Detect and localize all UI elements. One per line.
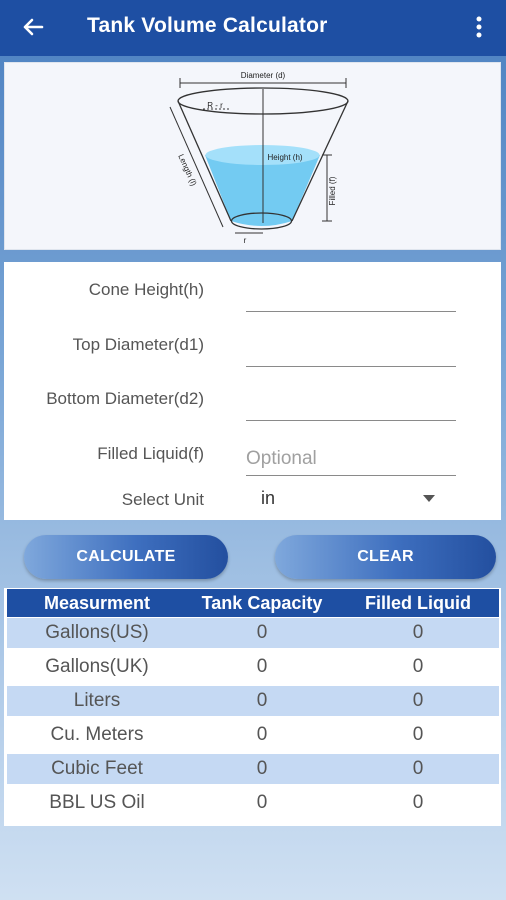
header-measurement: Measurment xyxy=(43,592,151,613)
row-tank-capacity: 0 xyxy=(256,656,268,677)
row-measurement: Liters xyxy=(73,690,121,711)
row-tank-capacity: 0 xyxy=(256,724,268,745)
filled-liquid-row: Filled Liquid(f) xyxy=(4,434,501,476)
diameter-label: Diameter (d) xyxy=(241,71,286,80)
arrow-left-icon[interactable] xyxy=(18,12,48,42)
row-measurement: Cu. Meters xyxy=(50,724,144,745)
bottom-radius-label: r xyxy=(244,236,247,245)
row-measurement: BBL US Oil xyxy=(49,792,145,813)
top-diameter-input[interactable] xyxy=(246,325,456,367)
row-filled-liquid: 0 xyxy=(412,622,424,643)
bottom-diameter-row: Bottom Diameter(d2) xyxy=(4,379,501,421)
row-filled-liquid: 0 xyxy=(412,758,424,779)
page-title: Tank Volume Calculator xyxy=(87,14,328,37)
filled-label: Filled (f) xyxy=(328,176,337,205)
table-row: Liters 0 0 xyxy=(7,686,499,716)
unit-row: Select Unit in xyxy=(4,480,501,520)
bottom-diameter-label: Bottom Diameter(d2) xyxy=(46,389,204,408)
header-tank-capacity: Tank Capacity xyxy=(201,592,323,613)
top-diameter-label: Top Diameter(d1) xyxy=(72,335,204,354)
input-form: Cone Height(h) Top Diameter(d1) Bottom D… xyxy=(4,262,501,520)
filled-liquid-input[interactable] xyxy=(246,434,456,476)
table-header: Measurment Tank Capacity Filled Liquid xyxy=(7,589,499,617)
bottom-diameter-input[interactable] xyxy=(246,379,456,421)
caret-down-icon xyxy=(423,495,435,502)
clear-button[interactable]: CLEAR xyxy=(275,535,496,579)
cone-height-input[interactable] xyxy=(246,270,456,312)
row-tank-capacity: 0 xyxy=(256,622,268,643)
table-row: Cubic Feet 0 0 xyxy=(7,754,499,784)
row-filled-liquid: 0 xyxy=(412,656,424,677)
calculate-button[interactable]: CALCULATE xyxy=(24,535,228,579)
unit-label: Select Unit xyxy=(121,490,204,509)
row-filled-liquid: 0 xyxy=(412,792,424,813)
length-label: Length (l) xyxy=(176,153,198,188)
app-bar: Tank Volume Calculator xyxy=(0,0,506,56)
filled-liquid-label: Filled Liquid(f) xyxy=(97,444,204,463)
unit-select[interactable]: in xyxy=(261,486,441,514)
row-measurement: Cubic Feet xyxy=(51,758,143,779)
cone-height-label: Cone Height(h) xyxy=(88,280,204,299)
top-diameter-row: Top Diameter(d1) xyxy=(4,325,501,367)
table-row: Cu. Meters 0 0 xyxy=(7,720,499,750)
results-table: Measurment Tank Capacity Filled Liquid G… xyxy=(4,588,501,826)
row-measurement: Gallons(UK) xyxy=(45,656,149,677)
height-label: Height (h) xyxy=(267,153,302,162)
cone-illustration: Diameter (d) R - r Height (h) Length (l)… xyxy=(169,71,349,245)
more-vertical-icon[interactable] xyxy=(466,12,492,42)
row-filled-liquid: 0 xyxy=(412,690,424,711)
table-row: Gallons(US) 0 0 xyxy=(7,618,499,648)
header-filled-liquid: Filled Liquid xyxy=(365,592,471,613)
row-filled-liquid: 0 xyxy=(412,724,424,745)
tank-diagram: Diameter (d) R - r Height (h) Length (l)… xyxy=(4,62,501,250)
table-row: Gallons(UK) 0 0 xyxy=(7,652,499,682)
row-tank-capacity: 0 xyxy=(256,690,268,711)
row-tank-capacity: 0 xyxy=(256,792,268,813)
unit-value: in xyxy=(261,488,276,508)
cone-height-row: Cone Height(h) xyxy=(4,270,501,312)
table-row: BBL US Oil 0 0 xyxy=(7,788,499,818)
r-difference-label: R - r xyxy=(207,101,223,110)
row-measurement: Gallons(US) xyxy=(45,622,149,643)
row-tank-capacity: 0 xyxy=(256,758,268,779)
